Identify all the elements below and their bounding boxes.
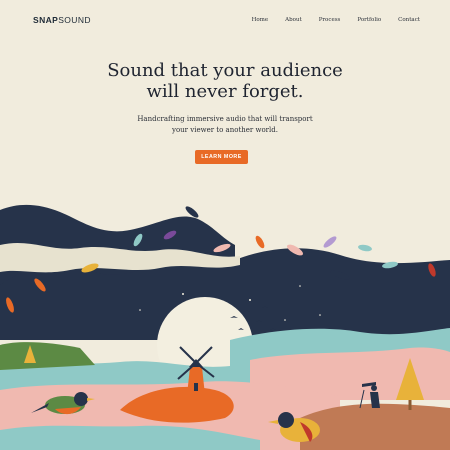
learn-more-button[interactable]: LEARN MORE <box>195 150 248 164</box>
hero-subtitle-line-2: your viewer to another world. <box>172 125 278 134</box>
nav-portfolio-link[interactable]: Portfolio <box>357 17 381 23</box>
nav-home-link[interactable]: Home <box>252 17 269 23</box>
brand-logo-light: SOUND <box>58 15 91 25</box>
nav-menu: Home About Process Portfolio Contact <box>252 17 420 23</box>
brown-dune <box>300 403 450 450</box>
nav-process-link[interactable]: Process <box>319 17 341 23</box>
nav-about-link[interactable]: About <box>285 17 302 23</box>
brand-logo-bold: SNAP <box>33 15 59 25</box>
hero-illustration <box>0 204 450 450</box>
hero-subtitle-line-1: Handcrafting immersive audio that will t… <box>137 115 313 123</box>
top-navigation: SNAPSOUND Home About Process Portfolio C… <box>0 0 450 40</box>
brand-logo[interactable]: SNAPSOUND <box>33 15 91 25</box>
hero-title-line-1: Sound that your audience <box>107 60 343 81</box>
nav-contact-link[interactable]: Contact <box>398 17 420 23</box>
hero-subtitle: Handcrafting immersive audio that will t… <box>0 114 450 135</box>
hero-title: Sound that your audience will never forg… <box>0 60 450 102</box>
hero-title-line-2: will never forget. <box>146 81 304 102</box>
